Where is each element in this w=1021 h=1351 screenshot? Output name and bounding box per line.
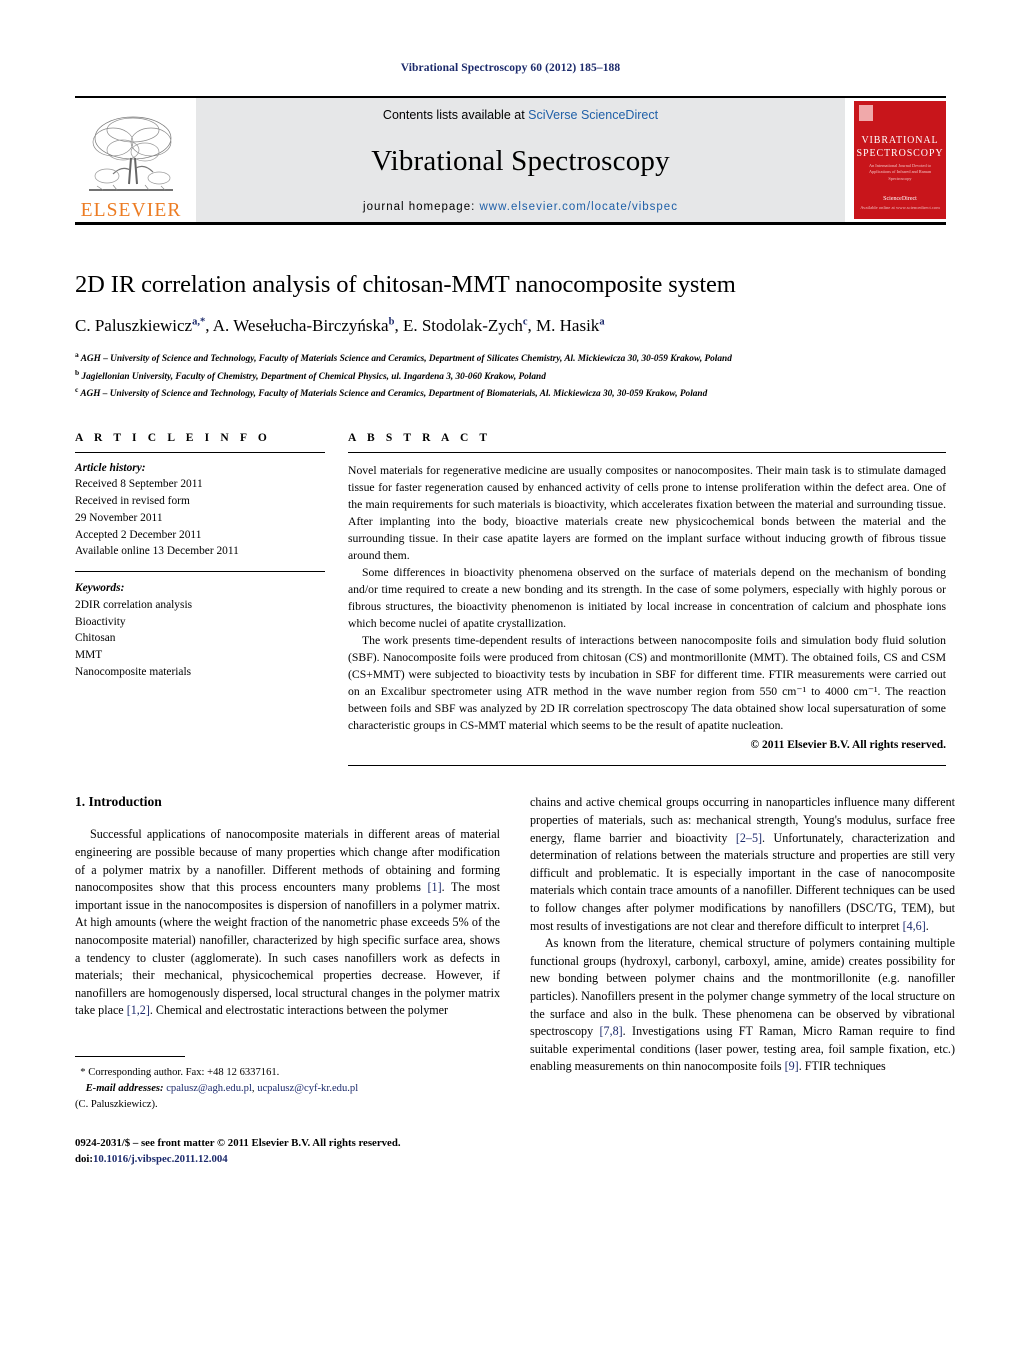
affiliation-text-a: AGH – University of Science and Technolo…: [80, 354, 732, 365]
article-page: Vibrational Spectroscopy 60 (2012) 185–1…: [0, 0, 1021, 1351]
title-block: 2D IR correlation analysis of chitosan-M…: [75, 271, 946, 402]
affiliation-text-c: AGH – University of Science and Technolo…: [80, 389, 708, 400]
affiliation-a: a AGH – University of Science and Techno…: [75, 349, 946, 367]
history-item: Available online 13 December 2011: [75, 545, 239, 558]
intro-paragraph-left: Successful applications of nanocomposite…: [75, 826, 500, 1020]
right-text-2: As known from the literature, chemical s…: [530, 936, 955, 1039]
imprint-line: 0924-2031/$ – see front matter © 2011 El…: [75, 1136, 401, 1149]
elsevier-logo: ELSEVIER: [75, 98, 187, 222]
journal-header-band: ELSEVIER Contents lists available at Sci…: [75, 96, 946, 225]
homepage-url-link[interactable]: www.elsevier.com/locate/vibspec: [480, 201, 678, 213]
keyword-item: MMT: [75, 649, 103, 662]
sciencedirect-link[interactable]: SciVerse ScienceDirect: [528, 108, 658, 122]
body-left-column: 1. Introduction Successful applications …: [75, 794, 500, 1167]
abstract-bottom-rule: [348, 765, 946, 767]
keyword-item: Nanocomposite materials: [75, 665, 192, 678]
history-item: Received in revised form: [75, 495, 190, 508]
info-abstract-section: A R T I C L E I N F O Article history: R…: [75, 432, 946, 767]
cover-title-line2: SPECTROSCOPY: [856, 148, 944, 159]
affiliation-b: b Jagiellonian University, Faculty of Ch…: [75, 367, 946, 385]
elsevier-tree-icon: [83, 112, 179, 200]
footnote-block: * Corresponding author. Fax: +48 12 6337…: [75, 1056, 500, 1167]
keywords-block: Keywords: 2DIR correlation analysis Bioa…: [75, 580, 325, 681]
corresponding-author-note: Corresponding author. Fax: +48 12 633716…: [88, 1067, 280, 1078]
citation-ref-46[interactable]: [4,6]: [903, 919, 926, 933]
email-link-2[interactable]: ucpalusz@cyf-kr.edu.pl: [257, 1083, 358, 1094]
imprint-block: 0924-2031/$ – see front matter © 2011 El…: [75, 1135, 500, 1167]
journal-cover-thumbnail[interactable]: VIBRATIONAL SPECTROSCOPY An Internationa…: [854, 101, 946, 219]
contents-prefix: Contents lists available at: [382, 108, 529, 122]
article-info-heading: A R T I C L E I N F O: [75, 431, 271, 444]
section-title-introduction: 1. Introduction: [75, 794, 162, 810]
citation-ref-25[interactable]: [2–5]: [736, 831, 762, 845]
article-info-column: A R T I C L E I N F O Article history: R…: [75, 432, 325, 767]
cover-subtitle: An International Journal Devoted to Appl…: [868, 163, 932, 181]
header-center-band: Contents lists available at SciVerse Sci…: [196, 98, 845, 222]
journal-homepage-line: journal homepage: www.elsevier.com/locat…: [363, 201, 678, 213]
keyword-item: Chitosan: [75, 632, 116, 645]
email-addresses-label: E-mail addresses:: [85, 1082, 164, 1094]
history-item: Accepted 2 December 2011: [75, 528, 202, 541]
intro-paragraph-right-1: chains and active chemical groups occurr…: [530, 794, 955, 935]
footnote-text: * Corresponding author. Fax: +48 12 6337…: [75, 1067, 359, 1110]
body-right-column: chains and active chemical groups occurr…: [530, 794, 955, 1167]
cover-bottom-note: Available online at www.sciencedirect.co…: [860, 204, 940, 210]
body-two-columns: 1. Introduction Successful applications …: [75, 794, 955, 1167]
email-owner: (C. Paluszkiewicz).: [75, 1098, 158, 1110]
footnote-star: *: [80, 1067, 86, 1078]
affiliation-text-b: Jagiellonian University, Faculty of Chem…: [81, 371, 546, 382]
affiliation-mark-b: b: [75, 367, 80, 377]
abstract-body: Novel materials for regenerative medicin…: [348, 462, 946, 754]
doi-line: doi:10.1016/j.vibspec.2011.12.004: [75, 1151, 500, 1167]
right-text-1c: .: [925, 918, 929, 933]
right-text-2c: . FTIR techniques: [798, 1059, 886, 1074]
affiliation-mark-c: c: [75, 385, 79, 394]
affiliation-list: a AGH – University of Science and Techno…: [75, 349, 946, 402]
journal-title: Vibrational Spectroscopy: [371, 145, 670, 177]
abstract-heading: A B S T R A C T: [348, 431, 492, 444]
abstract-rule: [348, 451, 946, 453]
homepage-prefix: journal homepage:: [363, 201, 480, 213]
intro-text-1b: . The most important issue in the nanoco…: [75, 880, 500, 1018]
article-info-rule: [75, 451, 325, 453]
cover-sciencedirect-logo: ScienceDirect: [883, 196, 917, 202]
keyword-item: Bioactivity: [75, 615, 126, 628]
history-item: 29 November 2011: [75, 511, 163, 524]
running-head: Vibrational Spectroscopy 60 (2012) 185–1…: [400, 62, 621, 74]
citation-ref-78[interactable]: [7,8]: [600, 1024, 623, 1038]
email-link-1[interactable]: cpalusz@agh.edu.pl: [166, 1083, 252, 1094]
abstract-paragraph: Novel materials for regenerative medicin…: [348, 463, 946, 562]
citation-ref-12[interactable]: [1,2]: [127, 1003, 150, 1017]
citation-ref-9[interactable]: [9]: [785, 1059, 799, 1073]
history-item: Received 8 September 2011: [75, 478, 203, 491]
doi-label: doi:: [75, 1152, 93, 1165]
author-list: C. Paluszkiewicza,*, A. Wesełucha-Birczy…: [75, 316, 605, 335]
keywords-rule: [75, 571, 325, 573]
intro-paragraph-right-2: As known from the literature, chemical s…: [530, 935, 955, 1076]
footnote-rule: [75, 1056, 185, 1057]
intro-text-1c: . Chemical and electrostatic interaction…: [149, 1003, 449, 1018]
abstract-copyright: © 2011 Elsevier B.V. All rights reserved…: [750, 738, 946, 751]
affiliation-c: c AGH – University of Science and Techno…: [75, 384, 946, 402]
keyword-item: 2DIR correlation analysis: [75, 598, 193, 611]
page-title: 2D IR correlation analysis of chitosan-M…: [75, 271, 736, 298]
article-history-label: Article history:: [75, 461, 146, 474]
keywords-label: Keywords:: [75, 582, 125, 595]
right-text-1b: . Unfortunately, characterization and de…: [530, 830, 956, 933]
affiliation-mark-a: a: [75, 350, 79, 359]
cover-title-line1: VIBRATIONAL: [861, 135, 939, 146]
abstract-column: A B S T R A C T Novel materials for rege…: [325, 432, 946, 767]
cover-elsevier-tree-icon: [859, 105, 873, 121]
abstract-paragraph: The work presents time-dependent results…: [348, 633, 946, 732]
citation-ref-1[interactable]: [1]: [428, 880, 442, 894]
abstract-paragraph: Some differences in bioactivity phenomen…: [348, 565, 946, 630]
elsevier-wordmark: ELSEVIER: [80, 199, 182, 221]
contents-list-line: Contents lists available at SciVerse Sci…: [383, 108, 658, 122]
doi-link[interactable]: 10.1016/j.vibspec.2011.12.004: [93, 1153, 228, 1165]
article-history-block: Article history: Received 8 September 20…: [75, 460, 325, 561]
